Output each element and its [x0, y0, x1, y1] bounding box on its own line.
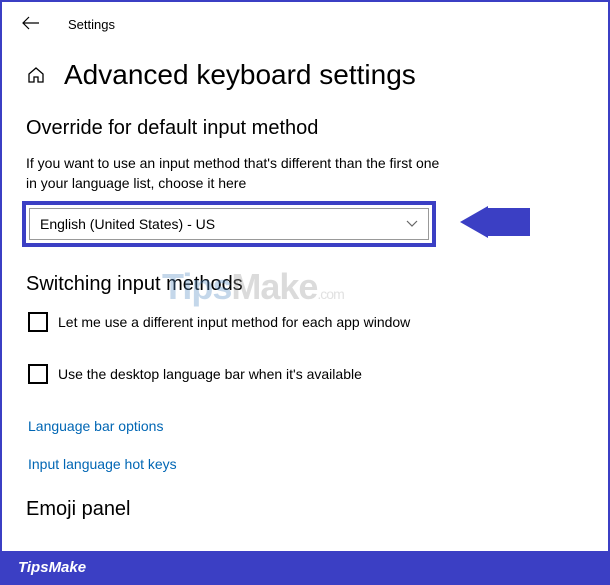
switching-heading: Switching input methods	[2, 247, 608, 296]
input-method-dropdown[interactable]: English (United States) - US	[29, 208, 429, 240]
input-language-hotkeys-link[interactable]: Input language hot keys	[2, 456, 608, 472]
emoji-heading: Emoji panel	[2, 472, 608, 521]
desktop-language-bar-checkbox[interactable]	[28, 364, 48, 384]
settings-breadcrumb: Settings	[68, 17, 115, 32]
override-heading: Override for default input method	[2, 91, 608, 140]
page-title: Advanced keyboard settings	[64, 59, 416, 91]
override-description: If you want to use an input method that'…	[2, 140, 472, 193]
footer-bar: TipsMake	[2, 551, 608, 583]
dropdown-highlight: English (United States) - US	[22, 201, 436, 247]
back-arrow-icon[interactable]	[22, 14, 40, 35]
language-bar-options-link[interactable]: Language bar options	[2, 418, 608, 434]
dropdown-value: English (United States) - US	[40, 216, 215, 232]
footer-text: TipsMake	[18, 559, 86, 576]
per-app-input-checkbox[interactable]	[28, 312, 48, 332]
desktop-language-bar-label: Use the desktop language bar when it's a…	[58, 366, 362, 382]
home-icon[interactable]	[26, 65, 46, 85]
per-app-input-label: Let me use a different input method for …	[58, 314, 410, 330]
chevron-down-icon	[406, 215, 418, 233]
annotation-arrow-icon	[460, 202, 530, 247]
